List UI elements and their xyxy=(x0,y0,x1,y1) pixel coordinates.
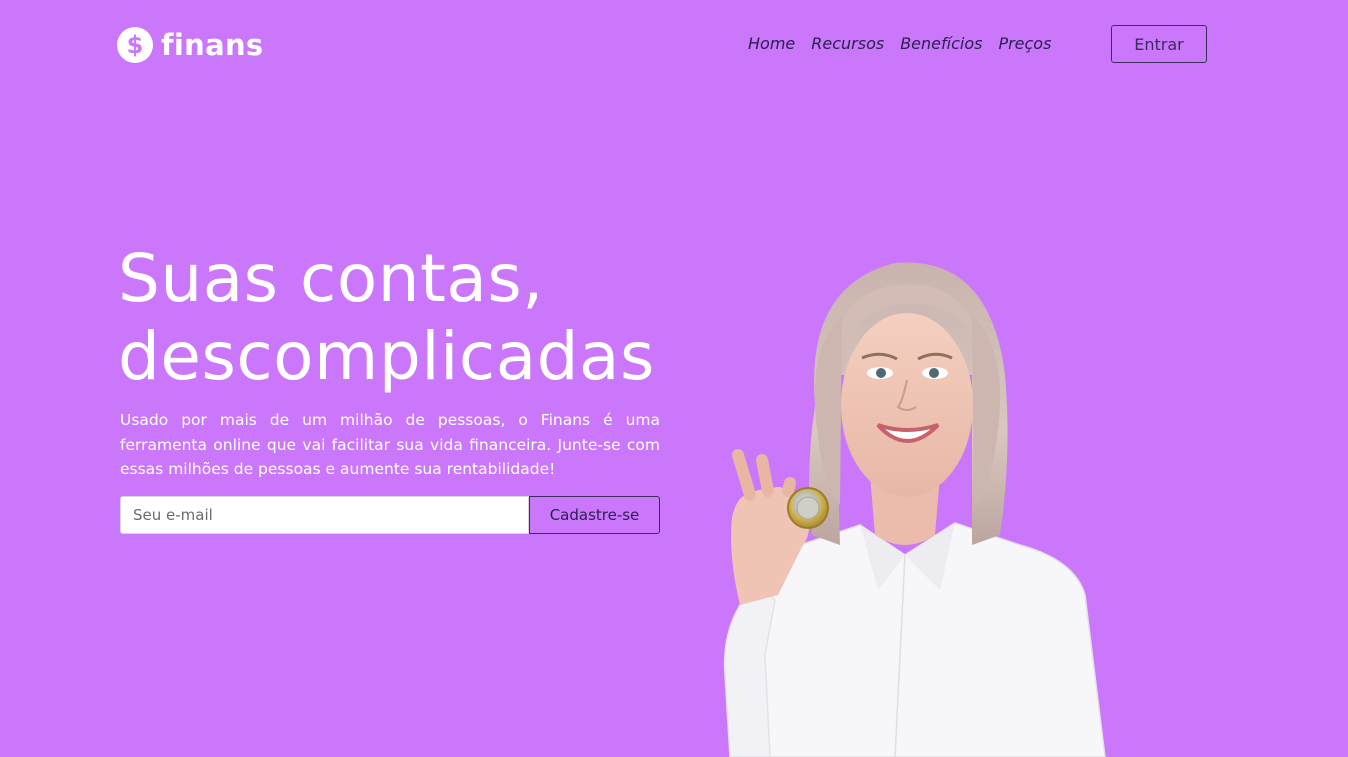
signup-button[interactable]: Cadastre-se xyxy=(529,496,660,534)
login-button[interactable]: Entrar xyxy=(1111,25,1207,63)
nav-link-home[interactable]: Home xyxy=(748,33,795,55)
nav-link-precos[interactable]: Preços xyxy=(998,33,1051,55)
hero-description: Usado por mais de um milhão de pessoas, … xyxy=(120,411,660,478)
email-input[interactable] xyxy=(120,496,529,534)
main-nav: Home Recursos Benefícios Preços xyxy=(748,33,1051,55)
site-header: $ finans Home Recursos Benefícios Preços… xyxy=(0,0,1348,90)
hero-title: Suas contas, descomplicadas xyxy=(118,240,718,396)
dollar-icon: $ xyxy=(117,27,153,63)
nav-link-beneficios[interactable]: Benefícios xyxy=(900,33,982,55)
hero-title-line-2: descomplicadas xyxy=(118,318,655,395)
nav-link-recursos[interactable]: Recursos xyxy=(811,33,884,55)
logo[interactable]: $ finans xyxy=(117,26,263,64)
hero-title-line-1: Suas contas, xyxy=(118,240,544,317)
logo-text: finans xyxy=(161,28,264,62)
smiling-woman-holding-coin-photo xyxy=(723,262,1106,757)
signup-form: Cadastre-se xyxy=(120,496,660,534)
